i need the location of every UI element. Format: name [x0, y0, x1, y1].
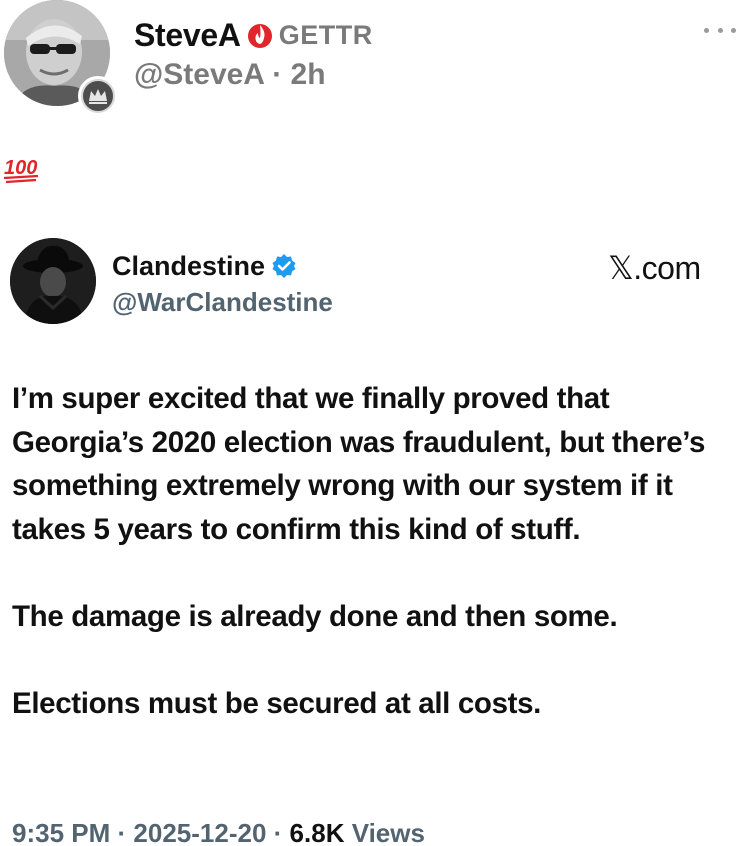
- embedded-author-row: Clandestine: [112, 247, 297, 285]
- views-label: Views: [351, 818, 425, 846]
- crown-badge-icon: [78, 76, 118, 116]
- author-name[interactable]: SteveA: [134, 17, 241, 54]
- author-row: SteveA GETTR: [134, 14, 373, 56]
- flame-badge-icon: [247, 20, 273, 50]
- x-source-label[interactable]: 𝕏.com: [608, 249, 701, 287]
- views-count: 6.8K: [289, 818, 345, 846]
- tweet-time[interactable]: 9:35 PM: [12, 818, 110, 846]
- embedded-author-name[interactable]: Clandestine: [112, 251, 265, 282]
- tweet-body: I’m super excited that we finally proved…: [12, 377, 737, 725]
- dot-icon: [717, 27, 723, 33]
- post-time-ago: 2h: [290, 58, 326, 91]
- dot-icon: [731, 27, 736, 33]
- verified-check-icon: [271, 253, 297, 279]
- tweet-paragraph: The damage is already done and then some…: [12, 599, 618, 633]
- embedded-author-avatar[interactable]: [10, 238, 96, 324]
- dot-icon: [704, 27, 709, 33]
- separator-dot: ·: [272, 58, 283, 91]
- author-handle[interactable]: @SteveA: [134, 58, 264, 91]
- tweet-paragraph: Elections must be secured at all costs.: [12, 686, 542, 720]
- separator-dot: ·: [273, 818, 283, 846]
- tweet-meta-row: 9:35 PM · 2025-12-20 · 6.8K Views: [12, 818, 425, 846]
- tweet-paragraph: I’m super excited that we finally proved…: [12, 382, 706, 546]
- author-handle-row: @SteveA · 2h: [134, 58, 326, 92]
- embedded-author-handle[interactable]: @WarClandestine: [112, 287, 333, 318]
- hundred-points-emoji-icon: 100: [2, 150, 42, 186]
- tweet-date[interactable]: 2025-12-20: [133, 818, 266, 846]
- more-options-button[interactable]: [704, 18, 736, 42]
- platform-label: GETTR: [278, 19, 373, 50]
- separator-dot: ·: [117, 818, 127, 846]
